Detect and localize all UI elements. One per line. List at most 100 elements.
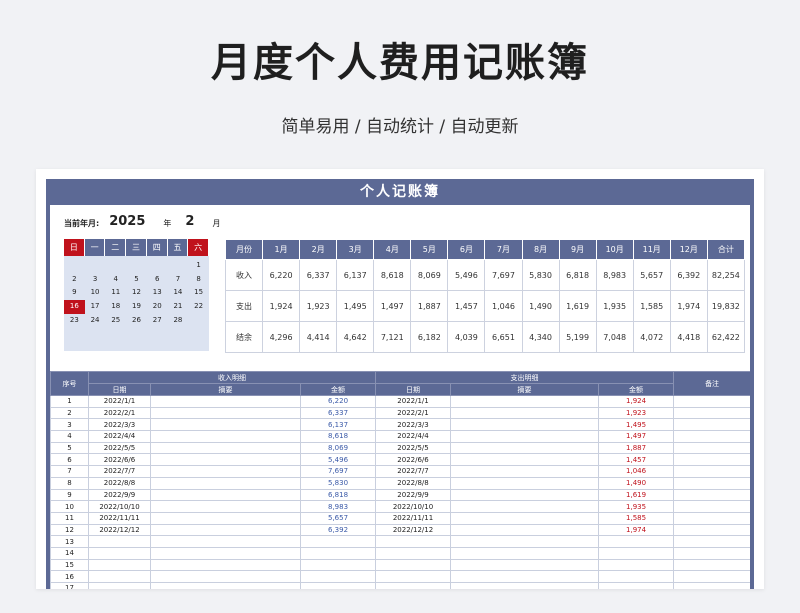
income-date-cell[interactable]: 2022/11/11	[88, 511, 151, 525]
expense-date-cell[interactable]	[375, 535, 452, 548]
income-summary-cell[interactable]	[150, 523, 301, 537]
income-date-cell[interactable]	[88, 535, 151, 548]
calendar-day[interactable]: 24	[85, 314, 106, 328]
summary-cell[interactable]: 4,642	[336, 321, 375, 353]
summary-cell[interactable]: 6,818	[558, 259, 597, 291]
note-cell[interactable]	[673, 476, 750, 490]
calendar-day[interactable]: 12	[126, 286, 147, 300]
calendar-day[interactable]: 15	[188, 286, 209, 300]
calendar-day[interactable]: 4	[105, 273, 126, 287]
calendar-day[interactable]: 11	[105, 286, 126, 300]
summary-cell[interactable]: 1,495	[336, 290, 375, 322]
note-cell[interactable]	[673, 406, 750, 420]
calendar-day[interactable]: 14	[168, 286, 189, 300]
note-cell[interactable]	[673, 582, 750, 589]
income-date-cell[interactable]: 2022/7/7	[88, 465, 151, 478]
income-amount-cell[interactable]: 6,818	[299, 488, 377, 502]
income-date-cell[interactable]: 2022/1/1	[88, 395, 151, 408]
income-date-cell[interactable]: 2022/3/3	[88, 418, 151, 432]
note-cell[interactable]	[673, 430, 750, 443]
income-amount-cell[interactable]	[299, 558, 377, 572]
calendar-day[interactable]: 10	[85, 286, 106, 300]
income-date-cell[interactable]: 2022/5/5	[88, 441, 151, 455]
note-cell[interactable]	[673, 465, 750, 478]
income-amount-cell[interactable]: 5,496	[299, 453, 377, 467]
expense-amount-cell[interactable]: 1,585	[598, 511, 675, 525]
note-cell[interactable]	[673, 488, 750, 502]
expense-summary-cell[interactable]	[450, 570, 600, 583]
summary-cell[interactable]: 4,039	[447, 321, 486, 353]
current-month-value[interactable]: 2	[185, 214, 194, 229]
summary-cell[interactable]: 6,137	[336, 259, 375, 291]
summary-cell[interactable]: 6,337	[299, 259, 338, 291]
note-cell[interactable]	[673, 500, 750, 513]
note-cell[interactable]	[673, 441, 750, 455]
summary-cell[interactable]: 4,072	[632, 321, 671, 353]
note-cell[interactable]	[673, 511, 750, 525]
calendar-day[interactable]: 26	[126, 314, 147, 328]
expense-amount-cell[interactable]	[598, 535, 675, 548]
income-summary-cell[interactable]	[150, 511, 301, 525]
expense-amount-cell[interactable]: 1,974	[598, 523, 675, 537]
income-date-cell[interactable]: 2022/2/1	[88, 406, 151, 420]
calendar-day[interactable]: 25	[105, 314, 126, 328]
income-date-cell[interactable]: 2022/12/12	[88, 523, 151, 537]
income-summary-cell[interactable]	[150, 395, 301, 408]
note-cell[interactable]	[673, 558, 750, 572]
expense-amount-cell[interactable]: 1,495	[598, 418, 675, 432]
summary-cell[interactable]: 1,935	[595, 290, 634, 322]
summary-cell[interactable]: 1,887	[410, 290, 449, 322]
expense-date-cell[interactable]: 2022/10/10	[375, 500, 452, 513]
note-cell[interactable]	[673, 570, 750, 583]
summary-cell[interactable]: 1,497	[373, 290, 412, 322]
expense-summary-cell[interactable]	[450, 476, 600, 490]
income-date-cell[interactable]: 2022/9/9	[88, 488, 151, 502]
income-summary-cell[interactable]	[150, 488, 301, 502]
summary-cell[interactable]: 6,220	[262, 259, 301, 291]
income-summary-cell[interactable]	[150, 500, 301, 513]
expense-date-cell[interactable]: 2022/11/11	[375, 511, 452, 525]
calendar-day[interactable]: 13	[147, 286, 168, 300]
expense-amount-cell[interactable]: 1,619	[598, 488, 675, 502]
income-summary-cell[interactable]	[150, 441, 301, 455]
expense-date-cell[interactable]: 2022/2/1	[375, 406, 452, 420]
calendar-day[interactable]: 19	[126, 300, 147, 314]
expense-date-cell[interactable]	[375, 570, 452, 583]
calendar-day[interactable]: 8	[188, 273, 209, 287]
income-amount-cell[interactable]: 6,392	[299, 523, 377, 537]
summary-cell[interactable]: 62,422	[706, 321, 746, 353]
calendar-day[interactable]: 27	[147, 314, 168, 328]
expense-summary-cell[interactable]	[450, 395, 600, 408]
summary-cell[interactable]: 1,457	[447, 290, 486, 322]
calendar-day[interactable]: 2	[64, 273, 85, 287]
income-summary-cell[interactable]	[150, 558, 301, 572]
expense-amount-cell[interactable]: 1,924	[598, 395, 675, 408]
income-amount-cell[interactable]: 8,069	[299, 441, 377, 455]
note-cell[interactable]	[673, 395, 750, 408]
expense-summary-cell[interactable]	[450, 418, 600, 432]
expense-amount-cell[interactable]: 1,935	[598, 500, 675, 513]
income-amount-cell[interactable]: 8,618	[299, 430, 377, 443]
expense-date-cell[interactable]	[375, 546, 452, 560]
summary-cell[interactable]: 4,414	[299, 321, 338, 353]
calendar-day[interactable]: 28	[168, 314, 189, 328]
note-cell[interactable]	[673, 546, 750, 560]
summary-cell[interactable]: 7,048	[595, 321, 634, 353]
expense-date-cell[interactable]	[375, 558, 452, 572]
summary-cell[interactable]: 1,923	[299, 290, 338, 322]
summary-cell[interactable]: 5,830	[521, 259, 560, 291]
summary-cell[interactable]: 4,418	[669, 321, 708, 353]
expense-amount-cell[interactable]: 1,046	[598, 465, 675, 478]
income-amount-cell[interactable]: 8,983	[299, 500, 377, 513]
calendar-day[interactable]: 5	[126, 273, 147, 287]
summary-cell[interactable]: 6,182	[410, 321, 449, 353]
income-date-cell[interactable]	[88, 546, 151, 560]
income-date-cell[interactable]	[88, 570, 151, 583]
summary-cell[interactable]: 8,618	[373, 259, 412, 291]
summary-cell[interactable]: 7,121	[373, 321, 412, 353]
income-amount-cell[interactable]	[299, 570, 377, 583]
expense-date-cell[interactable]: 2022/6/6	[375, 453, 452, 467]
income-date-cell[interactable]: 2022/6/6	[88, 453, 151, 467]
expense-date-cell[interactable]: 2022/3/3	[375, 418, 452, 432]
income-summary-cell[interactable]	[150, 476, 301, 490]
